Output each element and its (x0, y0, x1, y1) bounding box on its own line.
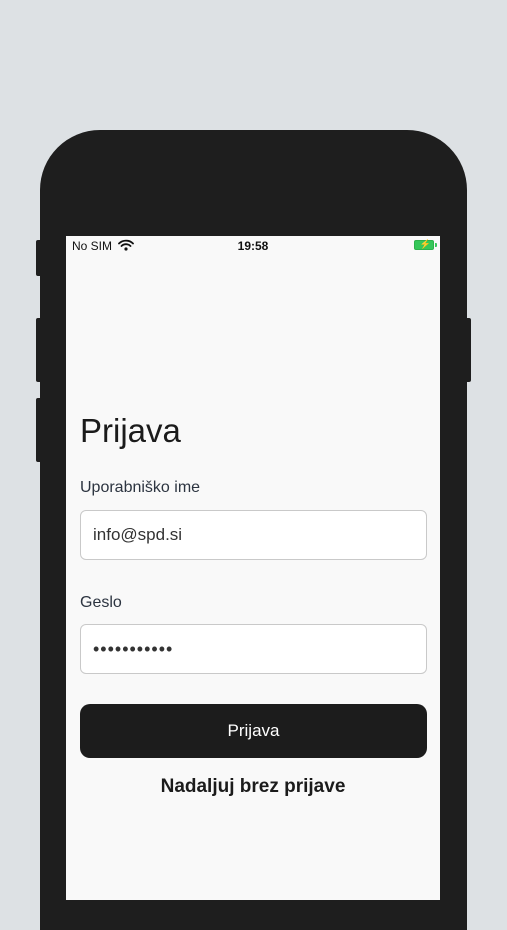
password-input[interactable]: ••••••••••• (80, 624, 427, 674)
mute-switch (36, 240, 42, 276)
password-label: Geslo (80, 594, 122, 611)
continue-without-login-link[interactable]: Nadaljuj brez prijave (66, 776, 440, 798)
login-button[interactable]: Prijava (80, 704, 427, 758)
page-title: Prijava (80, 412, 181, 449)
battery-tip (435, 243, 437, 247)
status-bar: No SIM 19:58 ⚡ (66, 236, 440, 256)
username-input[interactable]: info@spd.si (80, 510, 427, 560)
username-label: Uporabniško ime (80, 479, 201, 496)
volume-up-button (36, 318, 42, 382)
app-screen: No SIM 19:58 ⚡ Prijava Uporabniško ime i… (66, 236, 440, 900)
status-time: 19:58 (237, 239, 269, 253)
volume-down-button (36, 398, 42, 462)
bolt-icon: ⚡ (419, 239, 431, 249)
power-button (465, 318, 471, 382)
